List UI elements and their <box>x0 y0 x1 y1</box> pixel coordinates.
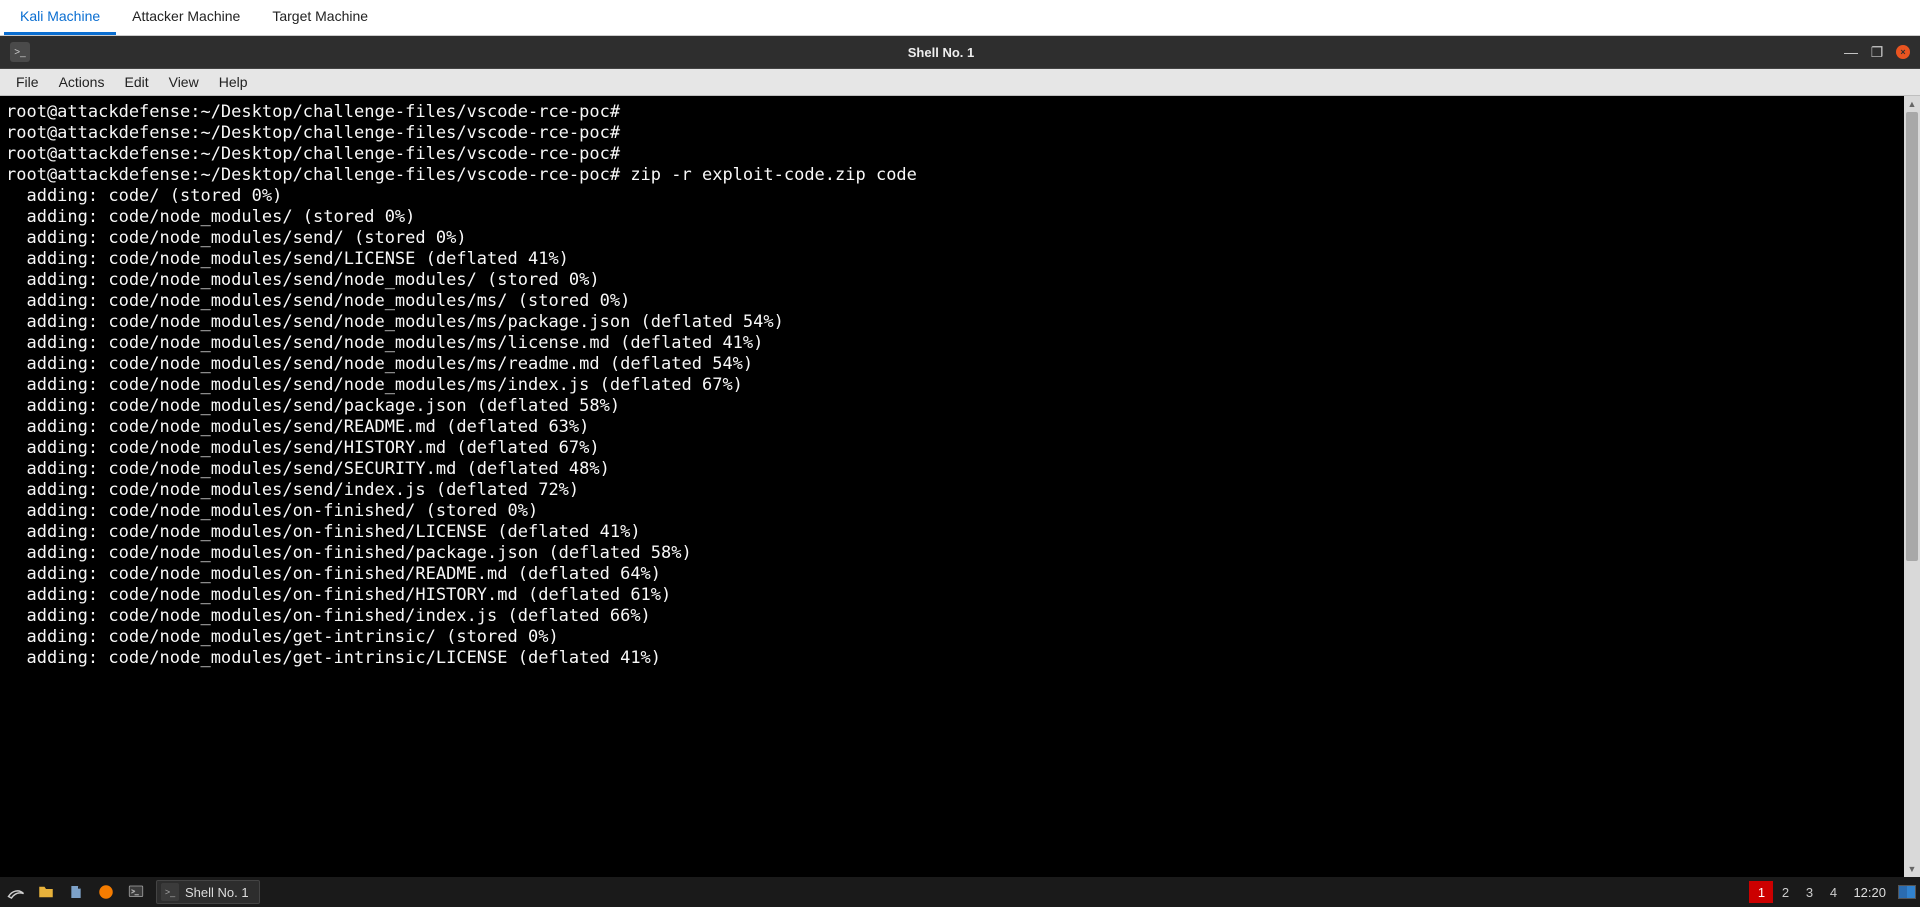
taskbar-app-label: Shell No. 1 <box>185 885 249 900</box>
workspace-3[interactable]: 3 <box>1797 881 1821 903</box>
tab-target-machine[interactable]: Target Machine <box>256 0 384 35</box>
close-button[interactable]: × <box>1896 45 1910 59</box>
terminal-launcher-icon[interactable]: >_ <box>122 880 150 904</box>
xfce-taskbar: >_ >_ Shell No. 1 1 2 3 4 12:20 <box>0 877 1920 907</box>
lab-machine-tabs: Kali Machine Attacker Machine Target Mac… <box>0 0 1920 36</box>
firefox-icon[interactable] <box>92 880 120 904</box>
menu-file[interactable]: File <box>6 72 49 92</box>
scroll-track[interactable] <box>1904 112 1920 861</box>
taskbar-app-terminal-icon: >_ <box>161 883 179 901</box>
scroll-up-arrow[interactable]: ▲ <box>1904 96 1920 112</box>
kali-menu-icon[interactable] <box>2 880 30 904</box>
window-controls: — ❐ × <box>1844 45 1910 59</box>
scroll-down-arrow[interactable]: ▼ <box>1904 861 1920 877</box>
menu-view[interactable]: View <box>159 72 209 92</box>
terminal-wrap: root@attackdefense:~/Desktop/challenge-f… <box>0 96 1920 877</box>
show-desktop-icon[interactable] <box>1898 885 1916 899</box>
menu-actions[interactable]: Actions <box>49 72 115 92</box>
svg-text:>_: >_ <box>132 890 140 896</box>
workspace-2[interactable]: 2 <box>1773 881 1797 903</box>
taskbar-clock[interactable]: 12:20 <box>1845 885 1894 900</box>
terminal-icon: >_ <box>10 42 30 62</box>
minimize-button[interactable]: — <box>1844 45 1858 59</box>
taskbar-left: >_ >_ Shell No. 1 <box>0 880 260 904</box>
terminal-menubar: File Actions Edit View Help <box>0 68 1920 96</box>
taskbar-right: 1 2 3 4 12:20 <box>1749 881 1916 903</box>
scroll-thumb[interactable] <box>1906 112 1918 561</box>
menu-help[interactable]: Help <box>209 72 258 92</box>
tab-kali-machine[interactable]: Kali Machine <box>4 0 116 35</box>
workspace-4[interactable]: 4 <box>1821 881 1845 903</box>
text-editor-icon[interactable] <box>62 880 90 904</box>
vm-viewport: >_ Shell No. 1 — ❐ × File Actions Edit V… <box>0 36 1920 907</box>
window-title: Shell No. 1 <box>38 45 1844 60</box>
workspace-1[interactable]: 1 <box>1749 881 1773 903</box>
terminal-titlebar: >_ Shell No. 1 — ❐ × <box>0 36 1920 68</box>
maximize-button[interactable]: ❐ <box>1870 45 1884 59</box>
file-manager-icon[interactable] <box>32 880 60 904</box>
menu-edit[interactable]: Edit <box>114 72 158 92</box>
taskbar-app-shell[interactable]: >_ Shell No. 1 <box>156 880 260 904</box>
tab-attacker-machine[interactable]: Attacker Machine <box>116 0 256 35</box>
vertical-scrollbar[interactable]: ▲ ▼ <box>1904 96 1920 877</box>
terminal-output[interactable]: root@attackdefense:~/Desktop/challenge-f… <box>0 96 1904 877</box>
